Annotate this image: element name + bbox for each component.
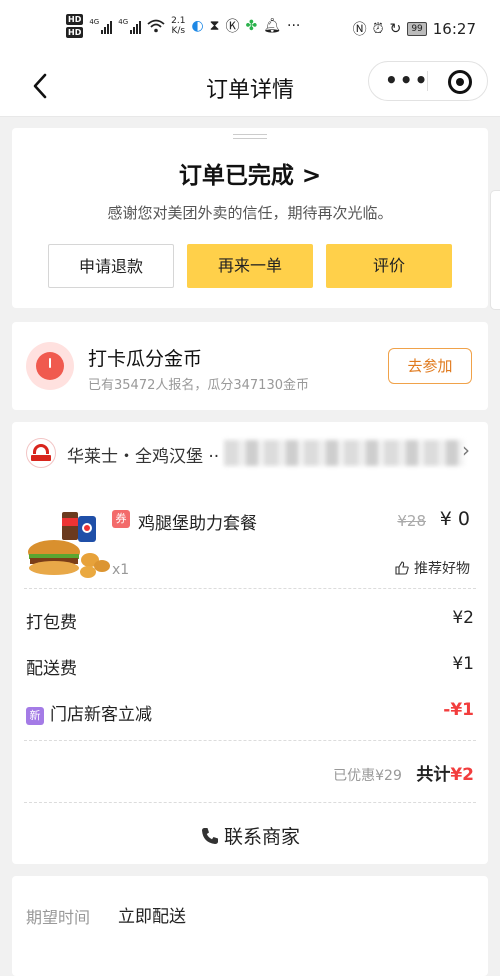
fee-amount: ¥1 <box>452 654 474 674</box>
divider <box>24 740 476 741</box>
signal-icon: 4G <box>118 18 142 34</box>
fee-label: 配送费 <box>26 659 77 679</box>
rotate-icon: ↻ <box>389 21 402 37</box>
status-icons-right: Ⓝ ⏰︎ ↻ 99 16:27 <box>353 19 476 39</box>
close-miniprogram-button[interactable] <box>448 70 472 94</box>
miniprogram-capsule: ••• <box>368 61 488 101</box>
signal-icon: 4G <box>89 18 113 34</box>
item-original-price: ¥28 <box>397 512 426 530</box>
phone-icon <box>201 828 218 844</box>
refund-button[interactable]: 申请退款 <box>48 244 174 288</box>
new-customer-tag: 新 <box>26 707 44 725</box>
delivery-info-card: 期望时间 立即配送 <box>12 876 488 976</box>
contact-label: 联系商家 <box>223 826 300 848</box>
discount-label: 门店新客立减 <box>50 705 152 725</box>
hourglass-icon: ⧗ <box>209 18 220 34</box>
review-button[interactable]: 评价 <box>326 244 452 288</box>
expected-time-value: 立即配送 <box>118 907 186 927</box>
join-button[interactable]: 去参加 <box>388 348 472 384</box>
total-row: 已优惠¥29 共计¥2 <box>333 760 474 785</box>
recommend-button[interactable]: 推荐好物 <box>395 558 470 578</box>
chevron-right-icon[interactable]: › <box>462 438 470 462</box>
hd-badge: HD <box>66 14 84 25</box>
status-bar: HD HD 4G 4G 2.1 K/s ◐ ⧗ Ⓚ ✤ 🔔︎ ··· Ⓝ ⏰︎ ↻… <box>0 0 500 60</box>
divider <box>24 588 476 589</box>
recommend-label: 推荐好物 <box>414 561 470 577</box>
clock: 16:27 <box>432 20 476 38</box>
nav-bar: 订单详情 ••• <box>0 60 500 117</box>
item-name: 鸡腿堡助力套餐 <box>138 514 257 534</box>
order-status-title[interactable]: 订单已完成 > <box>12 156 488 190</box>
network-speed: 2.1 K/s <box>171 16 186 36</box>
bell-icon: 🔔︎ <box>263 18 282 34</box>
coupon-tag: 券 <box>112 510 130 528</box>
side-scroll-handle[interactable] <box>490 190 500 310</box>
item-price: ¥ 0 <box>439 508 470 530</box>
total-label: 共计¥2 <box>416 765 474 785</box>
contact-merchant-button[interactable]: 联系商家 <box>12 822 488 849</box>
more-button[interactable]: ••• <box>385 68 429 92</box>
item-quantity: x1 <box>112 562 130 578</box>
discount-amount: -¥1 <box>443 700 474 720</box>
hd-badge: HD <box>66 27 84 38</box>
order-status-card: 订单已完成 > 感谢您对美团外卖的信任，期待再次光临。 申请退款 再来一单 评价 <box>12 128 488 308</box>
saved-amount: 已优惠¥29 <box>333 768 402 784</box>
fee-row-packaging: 打包费 ¥2 <box>26 608 474 634</box>
alarm-icon: ⏰︎ <box>372 21 384 37</box>
promo-subtitle: 已有35472人报名，瓜分347130金币 <box>88 378 309 393</box>
expected-time-label: 期望时间 <box>26 908 91 927</box>
promo-title: 打卡瓜分金币 <box>88 348 203 370</box>
blurred-shop-info <box>224 440 464 466</box>
divider <box>24 802 476 803</box>
capsule-divider <box>427 71 428 91</box>
battery-icon: 99 <box>407 22 427 36</box>
fee-row-delivery: 配送费 ¥1 <box>26 654 474 680</box>
shop-name[interactable]: 华莱士・全鸡汉堡 ·· <box>67 442 219 467</box>
more-dots-icon: ··· <box>287 18 301 34</box>
total-amount: ¥2 <box>450 765 474 785</box>
promo-card: 打卡瓜分金币 已有35472人报名，瓜分347130金币 去参加 <box>12 322 488 410</box>
browser-icon: ◐ <box>191 18 204 34</box>
shop-logo <box>26 438 56 468</box>
food-image <box>28 512 110 578</box>
reorder-button[interactable]: 再来一单 <box>187 244 313 288</box>
status-icons-left: HD HD 4G 4G 2.1 K/s ◐ ⧗ Ⓚ ✤ 🔔︎ ··· <box>66 14 300 38</box>
drag-handle[interactable] <box>233 134 267 139</box>
order-details-card: 华莱士・全鸡汉堡 ·· › 券 鸡腿堡助力套餐 ¥28 ¥ 0 x1 推荐好物 … <box>12 422 488 864</box>
thumbs-up-icon <box>395 561 409 575</box>
alarm-clock-icon <box>26 342 74 390</box>
fee-label: 打包费 <box>26 613 77 633</box>
wifi-icon <box>147 19 165 33</box>
order-status-description: 感谢您对美团外卖的信任，期待再次光临。 <box>107 204 393 222</box>
nfc-icon: Ⓝ <box>352 22 367 38</box>
fee-amount: ¥2 <box>452 608 474 628</box>
pinwheel-icon: ✤ <box>245 18 258 34</box>
discount-row: 新门店新客立减 -¥1 <box>26 700 474 726</box>
k-icon: Ⓚ <box>225 19 240 35</box>
